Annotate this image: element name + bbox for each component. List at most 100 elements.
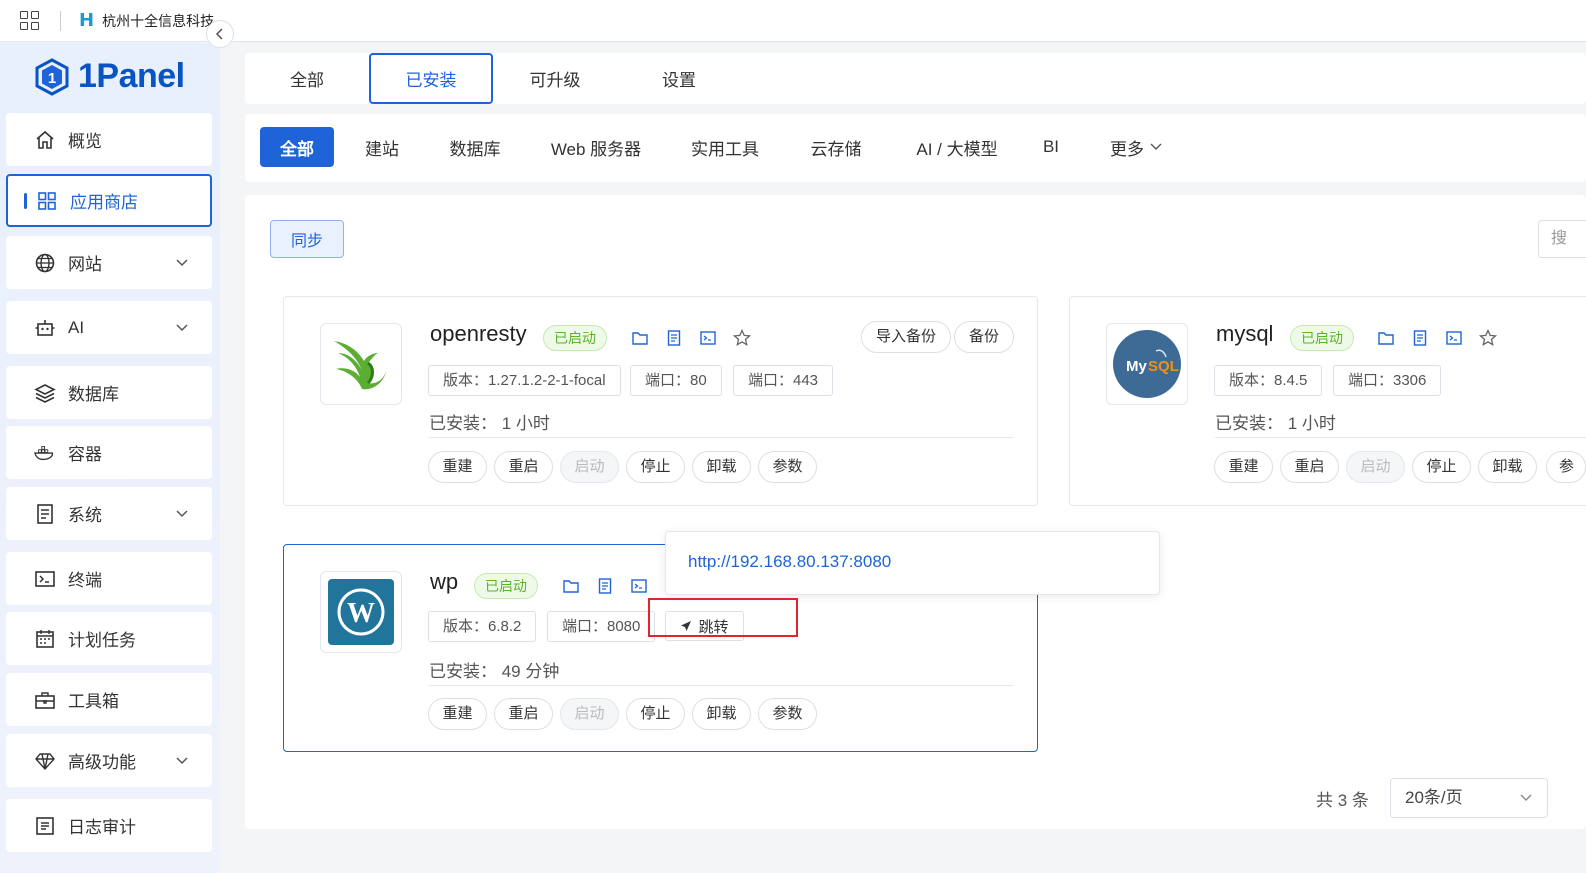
apps-grid-icon[interactable] — [20, 10, 40, 31]
collapse-sidebar-button[interactable] — [206, 20, 234, 48]
uninstall-button[interactable]: 卸载 — [692, 698, 751, 730]
robot-icon — [34, 317, 56, 339]
sidebar-item-container[interactable]: 容器 — [6, 426, 212, 479]
port-tag[interactable]: 端口：443 — [733, 365, 834, 396]
version-tag: 版本：8.4.5 — [1214, 365, 1323, 396]
star-icon[interactable] — [1479, 329, 1497, 347]
uninstall-button[interactable]: 卸载 — [692, 451, 751, 483]
tab-settings[interactable]: 设置 — [617, 53, 741, 104]
folder-icon[interactable] — [631, 329, 649, 347]
home-icon — [34, 129, 56, 151]
installed-time: 已安装： 1 小时 — [1215, 414, 1336, 433]
app-name[interactable]: openresty — [430, 321, 527, 347]
sidebar-item-database[interactable]: 数据库 — [6, 366, 212, 419]
server-icon — [34, 503, 56, 525]
sidebar-item-label: 应用商店 — [70, 193, 138, 212]
stop-button[interactable]: 停止 — [626, 698, 685, 730]
params-button[interactable]: 参数 — [758, 698, 817, 730]
app-card-mysql[interactable]: My SQL mysql 已启动 版本：8.4.5 端口：3306 已安装： 1 … — [1069, 296, 1586, 506]
document-icon[interactable] — [596, 577, 614, 595]
port-tag[interactable]: 端口：80 — [630, 365, 722, 396]
sidebar-item-app-store[interactable]: 应用商店 — [6, 174, 212, 227]
chevron-down-icon — [176, 751, 188, 771]
app-name[interactable]: wp — [430, 569, 458, 595]
sidebar-item-website[interactable]: 网站 — [6, 236, 212, 289]
status-badge: 已启动 — [1290, 325, 1354, 351]
stop-button[interactable]: 停止 — [1412, 451, 1471, 483]
grid-icon — [36, 190, 58, 212]
status-badge: 已启动 — [474, 573, 538, 599]
rebuild-button[interactable]: 重建 — [1214, 451, 1273, 483]
backup-button[interactable]: 备份 — [954, 321, 1015, 353]
page-size-select[interactable]: 20条/页 — [1390, 778, 1548, 818]
sidebar-item-advanced[interactable]: 高级功能 — [6, 734, 212, 787]
document-icon[interactable] — [1411, 329, 1429, 347]
filter-more-label: 更多 — [1110, 139, 1144, 159]
filter-bi[interactable]: BI — [1035, 127, 1067, 167]
terminal-icon[interactable] — [630, 577, 648, 595]
start-button[interactable]: 启动 — [560, 451, 619, 483]
filter-database[interactable]: 数据库 — [435, 127, 515, 167]
docker-icon — [34, 442, 56, 464]
star-icon[interactable] — [733, 329, 751, 347]
start-button[interactable]: 启动 — [1346, 451, 1405, 483]
app-url-link[interactable]: http://192.168.80.137:8080 — [688, 552, 891, 572]
terminal-icon[interactable] — [1445, 329, 1463, 347]
stop-button[interactable]: 停止 — [626, 451, 685, 483]
sidebar-item-system[interactable]: 系统 — [6, 487, 212, 540]
app-name[interactable]: mysql — [1216, 321, 1273, 347]
rebuild-button[interactable]: 重建 — [428, 451, 487, 483]
sidebar-item-toolbox[interactable]: 工具箱 — [6, 673, 212, 726]
installed-time: 已安装： 49 分钟 — [429, 662, 560, 681]
rebuild-button[interactable]: 重建 — [428, 698, 487, 730]
folder-icon[interactable] — [562, 577, 580, 595]
filter-website[interactable]: 建站 — [350, 127, 414, 167]
chevron-down-icon — [176, 253, 188, 273]
params-button[interactable]: 参 — [1546, 451, 1586, 483]
svg-text:SQL: SQL — [1148, 358, 1179, 375]
params-button[interactable]: 参数 — [758, 451, 817, 483]
start-button[interactable]: 启动 — [560, 698, 619, 730]
annotation-highlight — [648, 598, 798, 637]
layers-icon — [34, 382, 56, 404]
tab-all[interactable]: 全部 — [245, 53, 369, 104]
brand-logo[interactable]: 1 1Panel — [34, 57, 185, 96]
restart-button[interactable]: 重启 — [494, 451, 553, 483]
restart-button[interactable]: 重启 — [494, 698, 553, 730]
browser-topbar: H 杭州十全信息科技... — [0, 0, 1586, 42]
wordpress-logo: W — [320, 571, 402, 653]
import-backup-button[interactable]: 导入备份 — [861, 321, 952, 353]
filter-more[interactable]: 更多 — [1105, 127, 1167, 167]
svg-text:W: W — [347, 598, 375, 629]
filter-utilities[interactable]: 实用工具 — [680, 127, 770, 167]
restart-button[interactable]: 重启 — [1280, 451, 1339, 483]
divider — [429, 437, 1013, 438]
filter-cloud-storage[interactable]: 云存储 — [798, 127, 874, 167]
search-input[interactable]: 搜 — [1538, 220, 1586, 258]
sidebar-item-ai[interactable]: AI — [6, 301, 212, 354]
sidebar-item-label: 系统 — [68, 506, 102, 525]
sidebar-item-label: 数据库 — [68, 385, 119, 404]
toolbox-icon — [34, 689, 56, 711]
category-filter: 全部 建站 数据库 Web 服务器 实用工具 云存储 AI / 大模型 BI 更… — [245, 114, 1586, 182]
port-tag[interactable]: 端口：8080 — [547, 611, 656, 642]
terminal-icon[interactable] — [699, 329, 717, 347]
sidebar-item-cron[interactable]: 计划任务 — [6, 612, 212, 665]
mysql-logo: My SQL — [1106, 323, 1188, 405]
filter-web-server[interactable]: Web 服务器 — [540, 127, 652, 167]
port-tag[interactable]: 端口：3306 — [1333, 365, 1442, 396]
tab-installed[interactable]: 已安装 — [369, 53, 493, 104]
sidebar-item-overview[interactable]: 概览 — [6, 113, 212, 166]
divider — [429, 685, 1013, 686]
filter-ai[interactable]: AI / 大模型 — [905, 127, 1009, 167]
uninstall-button[interactable]: 卸载 — [1478, 451, 1537, 483]
sidebar-item-terminal[interactable]: 终端 — [6, 552, 212, 605]
svg-text:1: 1 — [48, 70, 56, 87]
app-card-openresty[interactable]: openresty 已启动 导入备份 备份 版本：1.27.1.2-2-1-fo… — [283, 296, 1038, 506]
filter-all[interactable]: 全部 — [260, 127, 334, 167]
tab-upgradable[interactable]: 可升级 — [493, 53, 617, 104]
folder-icon[interactable] — [1377, 329, 1395, 347]
sidebar-item-log-audit[interactable]: 日志审计 — [6, 799, 212, 852]
sync-button[interactable]: 同步 — [270, 220, 344, 258]
document-icon[interactable] — [665, 329, 683, 347]
